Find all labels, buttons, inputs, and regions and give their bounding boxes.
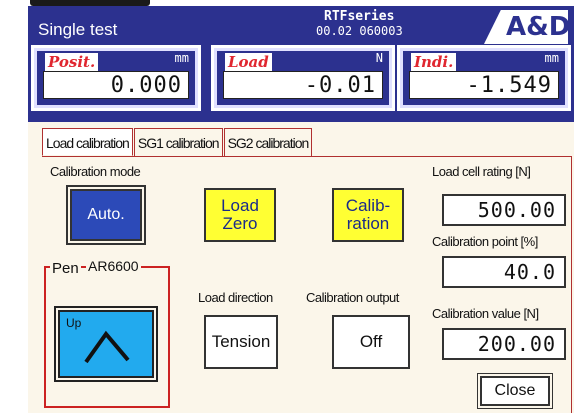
calibration-panel: Load calibration SG1 calibration SG2 cal… [28,122,574,413]
load-label: Load [225,53,272,71]
brand-logo: A&D [484,10,568,44]
calibration-point-label: Calibration point [%] [432,234,538,249]
calibration-value-label: Calibration value [N] [432,306,539,321]
pen-device-label: AR6600 [86,258,141,274]
tab-sg2-calibration[interactable]: SG2 calibration [223,128,313,156]
position-readout: Posit. mm 0.000 [31,45,201,111]
calibration-button[interactable]: Calib- ration [332,188,404,242]
calibration-point-field[interactable]: 40.0 [442,256,566,288]
load-direction-button[interactable]: Tension [204,315,278,369]
load-cell-rating-field[interactable]: 500.00 [442,194,566,226]
close-button[interactable]: Close [477,373,553,409]
window-title: Single test [38,20,118,39]
series-name: RTFseries [324,9,395,24]
pen-label: Pen [50,260,81,277]
indicator-readout: Indi. mm -1.549 [397,45,571,111]
series-version: 00.02 060003 [316,24,403,38]
calibration-value-field[interactable]: 200.00 [442,328,566,360]
calibration-mode-label: Calibration mode [50,164,141,179]
calibration-output-button[interactable]: Off [332,315,410,369]
load-value: -0.01 [223,71,383,99]
indicator-label: Indi. [411,53,457,71]
load-cell-rating-label: Load cell rating [N] [432,164,531,179]
load-readout: Load N -0.01 [211,45,395,111]
calibration-label: Calib- ration [345,196,391,233]
logo-text: A&D [506,12,571,42]
load-zero-button[interactable]: Load Zero [204,188,276,242]
load-unit: N [375,51,383,65]
position-value: 0.000 [43,71,189,99]
indicator-unit: mm [544,51,559,65]
position-label: Posit. [45,53,99,71]
pen-state-label: Up [66,316,82,330]
auto-button[interactable]: Auto. [66,185,146,245]
indicator-value: -1.549 [409,71,559,99]
position-unit: mm [174,51,189,65]
calibration-output-label: Calibration output [306,290,399,305]
tab-bar: Load calibration SG1 calibration SG2 cal… [42,128,313,156]
tab-divider [42,156,572,157]
load-zero-label: Load Zero [221,196,259,233]
load-direction-label: Load direction [198,290,273,305]
tab-load-calibration[interactable]: Load calibration [42,128,133,156]
tab-sg1-calibration[interactable]: SG1 calibration [133,128,223,156]
device-series: RTFseries 00.02 060003 [316,9,403,39]
pen-button[interactable]: Up [54,306,158,382]
panel-border [571,156,572,413]
